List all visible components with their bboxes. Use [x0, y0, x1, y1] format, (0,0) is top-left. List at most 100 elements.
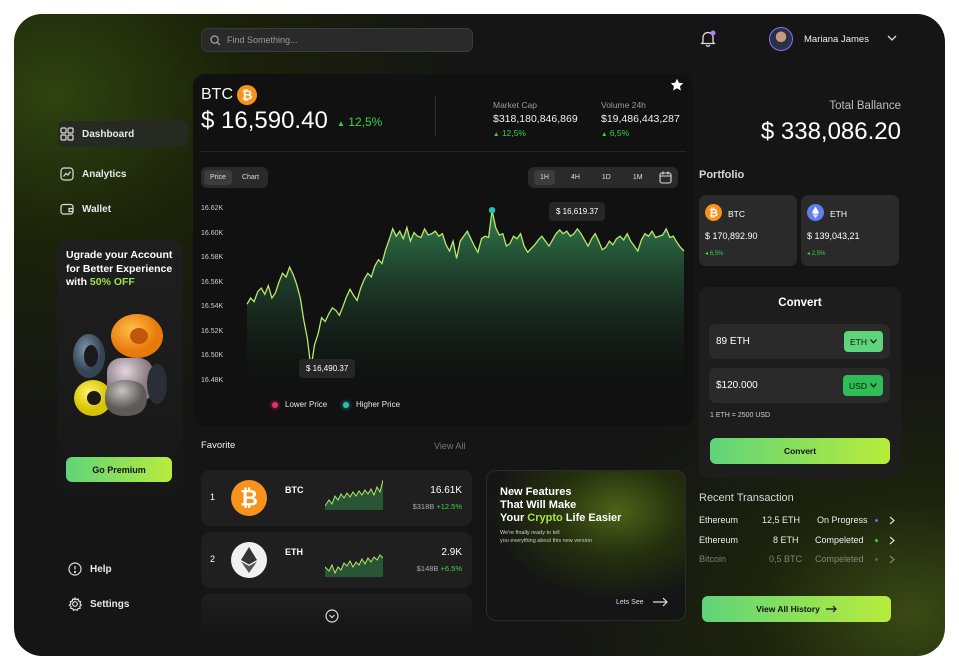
y-tick: 16.48K: [201, 377, 224, 384]
user-name: Mariana James: [804, 34, 869, 45]
sidebar-item-wallet[interactable]: Wallet: [58, 196, 188, 222]
convert-title: Convert: [778, 297, 822, 309]
search-input[interactable]: Find Something...: [201, 28, 473, 52]
bitcoin-icon: ₿: [231, 480, 267, 516]
star-icon[interactable]: [670, 78, 684, 92]
chevron-circle-down-icon[interactable]: [325, 609, 339, 623]
y-tick: 16.54K: [201, 303, 224, 310]
transactions-title: Recent Transaction: [699, 492, 794, 504]
low-price-tooltip: $ 16,490.37: [299, 359, 356, 378]
from-currency-select[interactable]: ETH: [844, 331, 883, 352]
coin-symbol: BTC: [201, 86, 233, 103]
sidebar-item-label: Dashboard: [82, 128, 135, 140]
sidebar-item-analytics[interactable]: Analytics: [58, 161, 188, 187]
high-point-marker: [488, 207, 496, 214]
status-dot: [875, 539, 878, 542]
favorite-row-eth[interactable]: 2 ETH 2.9K $148B +6.5%: [201, 532, 472, 588]
svg-text:₿: ₿: [709, 208, 718, 220]
y-tick: 16.60K: [201, 230, 224, 237]
market-cap-stat: Market Cap $318,180,846,869 ▲ 12,5%: [493, 100, 578, 138]
promo-headline: New Features That Will Make Your Crypto …: [500, 486, 622, 524]
tab-price[interactable]: Price: [204, 170, 232, 185]
coin-change: ▲ 12,5%: [337, 115, 383, 129]
chevron-down-icon: [870, 383, 877, 388]
bitcoin-icon: ₿: [237, 85, 257, 105]
eth-sparkline: [325, 554, 383, 577]
ethereum-icon: [807, 204, 824, 221]
app-window: Dashboard Analytics Wallet Ugrade your A…: [14, 14, 945, 656]
y-tick: 16.58K: [201, 254, 224, 261]
help-link[interactable]: Help: [66, 556, 196, 582]
favorite-title: Favorite: [201, 440, 236, 451]
status-dot: [875, 558, 878, 561]
avatar[interactable]: [769, 27, 793, 51]
convert-button[interactable]: Convert: [710, 438, 890, 464]
timeframe-toggle: 1H 4H 1D 1M: [528, 167, 678, 188]
convert-card: Convert 89 ETH ETH $120.000 USD 1 ETH = …: [699, 287, 901, 478]
new-features-card: New Features That Will Make Your Crypto …: [486, 470, 686, 621]
portfolio-card-btc[interactable]: ₿ BTC $ 170,892.90 ◂ 6,5%: [699, 195, 797, 266]
transaction-row[interactable]: Ethereum 12,5 ETH On Progress: [699, 515, 901, 529]
balance-value: $ 338,086.20: [760, 118, 901, 145]
portfolio-card-eth[interactable]: ETH $ 139,043,21 ◂ 2,5%: [801, 195, 899, 266]
bell-icon[interactable]: [700, 30, 716, 47]
view-all-link[interactable]: View All: [434, 441, 465, 451]
balance-label: Total Ballance: [829, 100, 901, 112]
legend-lower: Lower Price: [272, 400, 327, 409]
chevron-down-icon: [870, 339, 877, 344]
arrow-right-icon: [652, 597, 668, 607]
ethereum-icon: [231, 542, 267, 578]
timeframe-1m[interactable]: 1M: [627, 170, 649, 185]
chevron-down-icon[interactable]: [887, 35, 897, 42]
exchange-rate: 1 ETH = 2500 USD: [710, 412, 771, 419]
bitcoin-icon: ₿: [705, 204, 722, 221]
high-price-tooltip: $ 16,619.37: [549, 202, 606, 221]
sidebar-item-label: Analytics: [82, 168, 127, 180]
chevron-right-icon: [889, 516, 895, 525]
timeframe-1h[interactable]: 1H: [534, 170, 555, 185]
chevron-right-icon: [889, 555, 895, 564]
divider: [201, 151, 686, 152]
up-arrow-icon: ▲: [337, 119, 345, 128]
legend-higher: Higher Price: [343, 400, 400, 409]
search-placeholder: Find Something...: [227, 35, 298, 45]
portfolio-title: Portfolio: [699, 169, 745, 181]
transaction-row[interactable]: Ethereum 8 ETH Compeleted: [699, 535, 901, 549]
status-dot: [875, 519, 878, 522]
favorite-row-btc[interactable]: 1 ₿ BTC 16.61K $318B +12.5%: [201, 470, 472, 526]
upgrade-text: Ugrade your Account for Better Experienc…: [66, 249, 173, 288]
search-icon: [210, 34, 221, 45]
analytics-icon: [60, 167, 74, 181]
volume-stat: Volume 24h $19,486,443,287 ▲ 6,5%: [601, 100, 680, 138]
go-premium-button[interactable]: Go Premium: [66, 457, 172, 482]
legend-dot: [272, 401, 278, 408]
lets-see-link[interactable]: Lets See: [616, 597, 669, 607]
help-icon: [68, 562, 82, 576]
to-currency-select[interactable]: USD: [843, 375, 883, 396]
svg-text:₿: ₿: [240, 486, 258, 511]
btc-sparkline: [325, 479, 383, 510]
tab-chart[interactable]: Chart: [236, 170, 265, 185]
legend-dot: [343, 401, 349, 408]
coin-price: $ 16,590.40: [201, 107, 328, 134]
timeframe-1d[interactable]: 1D: [596, 170, 617, 185]
y-tick: 16.56K: [201, 279, 224, 286]
sidebar-item-dashboard[interactable]: Dashboard: [58, 121, 188, 147]
svg-text:₿: ₿: [242, 88, 253, 103]
settings-icon: [68, 597, 82, 611]
promo-subtext: We're finally ready to tell you everythi…: [500, 530, 593, 544]
calendar-icon[interactable]: [659, 171, 672, 184]
settings-link[interactable]: Settings: [66, 591, 196, 617]
view-all-history-button[interactable]: View All History: [702, 596, 891, 622]
y-tick: 16.62K: [201, 205, 224, 212]
transaction-row[interactable]: Bitcoin 0,5 BTC Compeleted: [699, 554, 901, 568]
chart-view-toggle: Price Chart: [201, 167, 269, 188]
y-tick: 16.52K: [201, 328, 224, 335]
timeframe-4h[interactable]: 4H: [565, 170, 586, 185]
convert-from-field[interactable]: 89 ETH ETH: [709, 324, 890, 359]
dashboard-icon: [60, 127, 74, 141]
arrow-right-icon: [825, 605, 837, 613]
wallet-icon: [60, 203, 74, 215]
divider: [435, 96, 436, 136]
convert-to-field[interactable]: $120.000 USD: [709, 368, 890, 403]
